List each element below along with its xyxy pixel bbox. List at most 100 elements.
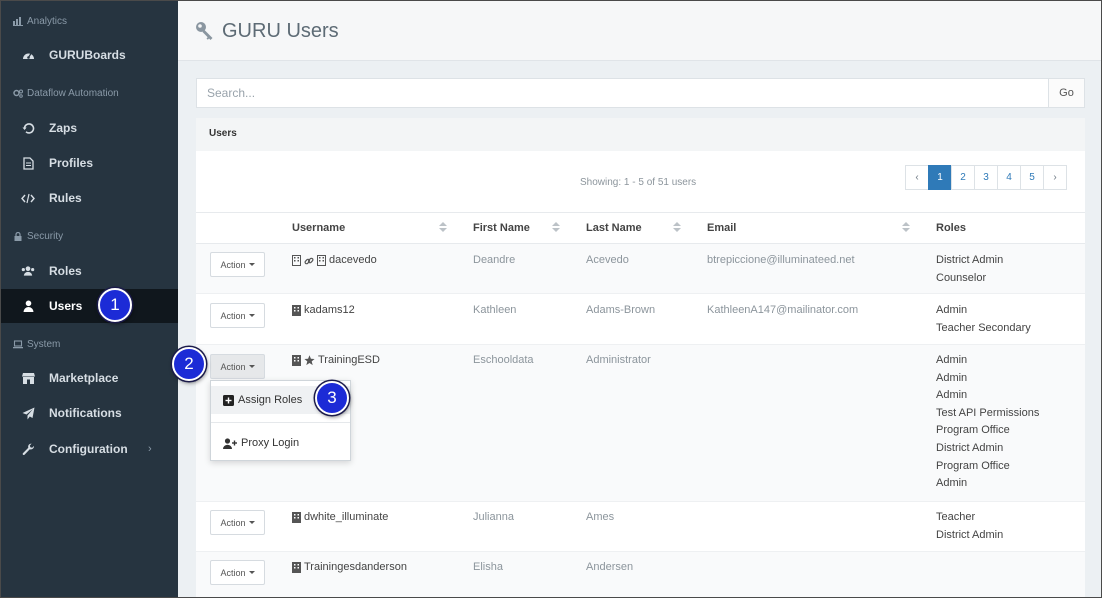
showing-count: Showing: 1 - 5 of 51 users [580,177,697,188]
page-2[interactable]: 2 [951,165,975,190]
username-cell: dwhite_illuminate [292,509,388,527]
sidebar-item-profiles[interactable]: Profiles [1,146,178,180]
page-3[interactable]: 3 [974,165,998,190]
building-icon [292,512,301,524]
action-button[interactable]: Action [210,252,265,277]
column-last-name[interactable]: Last Name [586,222,642,234]
building-icon [292,355,301,367]
callout-badge-2: 2 [172,347,206,381]
pagination-prev[interactable]: ‹ [905,165,929,190]
sort-icon[interactable] [439,222,447,234]
section-label: Security [27,231,64,242]
chart-icon [13,17,23,26]
action-button[interactable]: Action [210,303,265,328]
action-button[interactable]: Action [210,354,265,379]
table-row: Action kadams12 Kathleen Adams-Brown Kat… [196,294,1085,345]
section-label: Dataflow Automation [27,88,119,99]
sidebar-item-roles[interactable]: Roles [1,254,178,288]
section-label: System [27,339,61,350]
wrench-icon [21,442,35,456]
sidebar-item-label: Marketplace [49,371,119,385]
sidebar-item-label: Configuration [49,442,128,456]
username-cell: kadams12 [292,302,355,320]
action-label: Action [220,361,246,372]
store-icon [21,371,35,385]
sidebar-item-zaps[interactable]: Zaps [1,111,178,145]
role: Admin [936,354,968,366]
role: District Admin [936,441,1004,454]
caret-down-icon [248,263,255,266]
sidebar: Analytics GURUBoards Dataflow Automation… [1,1,178,597]
username: kadams12 [304,304,355,316]
email: btrepiccione@illuminateed.net [707,254,855,266]
column-email[interactable]: Email [707,222,736,234]
sidebar-item-label: Rules [49,191,82,205]
page-5[interactable]: 5 [1020,165,1044,190]
search-bar: Go [196,78,1085,108]
page-1[interactable]: 1 [928,165,952,190]
roles-cell: Admin Teacher Secondary [936,302,1031,337]
section-analytics: Analytics [13,16,67,27]
sort-icon[interactable] [552,222,560,234]
sidebar-item-label: GURUBoards [49,48,126,62]
table-row: Action Trainingesdanderson Elisha Anders… [196,552,1085,597]
username-cell: Trainingesdanderson [292,559,407,577]
caret-down-icon [248,365,255,368]
action-button[interactable]: Action [210,560,265,585]
go-button[interactable]: Go [1048,79,1084,107]
username: Trainingesdanderson [304,561,407,573]
action-label: Action [220,517,246,528]
last-name: Andersen [586,561,634,573]
building-icon [292,305,301,317]
search-input[interactable] [197,79,1049,107]
menu-item-label: Assign Roles [238,394,303,406]
action-label: Action [220,310,246,321]
first-name: Deandre [473,254,516,266]
pagination: ‹ 1 2 3 4 5 › [905,165,1067,190]
page-4[interactable]: 4 [997,165,1021,190]
sidebar-item-label: Zaps [49,121,78,135]
section-system: System [13,339,60,350]
menu-divider [211,422,350,423]
last-name: Acevedo [586,254,629,266]
sidebar-item-guruboards[interactable]: GURUBoards [1,38,178,72]
chevron-right-icon: › [148,443,152,455]
section-security: Security [13,231,63,242]
proxy-login-item[interactable]: Proxy Login [211,429,350,457]
sidebar-item-configuration[interactable]: Configuration › [1,432,178,466]
username: dacevedo [329,254,377,266]
username: TrainingESD [318,354,380,366]
gears-icon [13,89,23,98]
first-name: Elisha [473,561,503,573]
paper-plane-icon [21,406,35,420]
caret-down-icon [248,521,255,524]
first-name: Eschooldata [473,354,534,366]
column-roles: Roles [936,222,966,234]
role: Admin [936,477,968,490]
sidebar-item-label: Roles [49,264,82,278]
username-cell: TrainingESD [292,352,380,370]
lock-icon [14,232,22,241]
first-name: Julianna [473,511,514,523]
sidebar-item-notifications[interactable]: Notifications [1,396,178,430]
last-name: Administrator [586,354,651,366]
key-icon [196,22,213,40]
sidebar-item-users[interactable]: Users [1,289,178,323]
sort-icon[interactable] [902,222,910,234]
last-name: Ames [586,511,615,523]
dashboard-icon [21,48,35,62]
role: Admin [936,371,968,384]
first-name: Kathleen [473,304,517,316]
action-label: Action [220,567,246,578]
main-content: GURU Users Go Users Showing: 1 - 5 of 51… [178,1,1101,597]
sidebar-item-rules[interactable]: Rules [1,181,178,215]
sidebar-item-label: Users [49,299,83,313]
column-first-name[interactable]: First Name [473,222,530,234]
column-username[interactable]: Username [292,222,345,234]
plus-square-icon [223,394,234,406]
callout-badge-1: 1 [98,288,132,322]
pagination-next[interactable]: › [1043,165,1067,190]
action-button[interactable]: Action [210,510,265,535]
sidebar-item-marketplace[interactable]: Marketplace [1,361,178,395]
sort-icon[interactable] [673,222,681,234]
